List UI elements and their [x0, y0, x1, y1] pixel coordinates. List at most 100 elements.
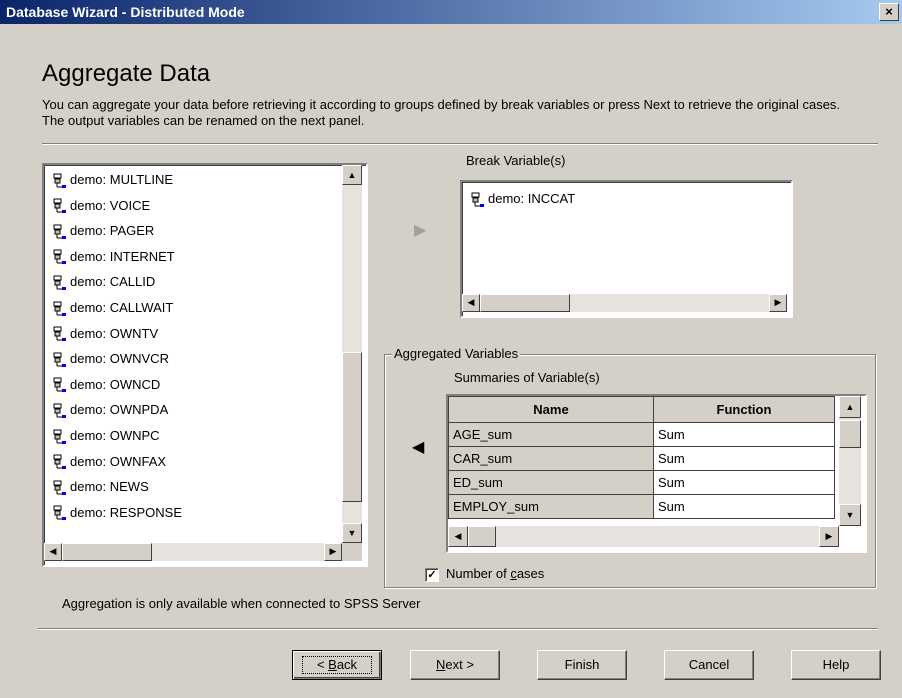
row-name-cell[interactable]: ED_sum	[448, 470, 654, 495]
list-item[interactable]: demo: RESPONSE	[52, 502, 182, 524]
number-of-cases-checkbox[interactable]: ✓	[425, 568, 439, 582]
next-label-suffix: ext >	[445, 657, 474, 672]
source-list-scroll-up-button[interactable]: ▲	[342, 165, 362, 185]
scrollbar-corner	[342, 543, 362, 561]
variable-icon	[52, 326, 68, 342]
break-list-hscroll-thumb[interactable]	[480, 294, 570, 312]
variable-icon	[52, 173, 68, 189]
variable-label: demo: OWNTV	[70, 325, 159, 341]
back-label-accel: B	[328, 657, 337, 672]
table-row[interactable]: EMPLOY_sum Sum	[448, 494, 835, 519]
summaries-label: Summaries of Variable(s)	[454, 370, 600, 385]
source-variable-list[interactable]: demo: MULTLINE demo: VOICE demo: PAGER demo…	[42, 163, 368, 567]
variable-icon	[52, 301, 68, 317]
grid-scroll-right-button[interactable]: ▶	[819, 526, 839, 547]
list-item[interactable]: demo: CALLID	[52, 271, 155, 293]
variable-label: demo: OWNVCR	[70, 351, 169, 367]
back-label-prefix: <	[316, 657, 329, 672]
list-item[interactable]: demo: NEWS	[52, 476, 149, 498]
list-item[interactable]: demo: OWNTV	[52, 323, 158, 345]
summaries-grid[interactable]: Name Function AGE_sum Sum CAR_sum Sum ED_sum…	[446, 394, 867, 553]
column-header-function[interactable]: Function	[653, 396, 835, 423]
variable-label: demo: CALLID	[70, 274, 156, 290]
source-list-scroll-left-button[interactable]: ◀	[44, 543, 62, 561]
grid-hscroll-track[interactable]	[448, 526, 839, 547]
variable-label: demo: VOICE	[70, 197, 151, 213]
variable-icon	[52, 505, 68, 521]
number-of-cases-label-suffix: ases	[516, 566, 545, 581]
source-list-scroll-down-button[interactable]: ▼	[342, 523, 362, 543]
next-button[interactable]: Next >	[410, 650, 500, 680]
variable-icon	[470, 192, 486, 208]
variable-icon	[52, 454, 68, 470]
back-button-focus: < Back	[301, 656, 373, 674]
list-item[interactable]: demo: MULTLINE	[52, 169, 173, 191]
variable-icon	[52, 377, 68, 393]
window-title: Database Wizard - Distributed Mode	[6, 4, 245, 20]
finish-button[interactable]: Finish	[537, 650, 627, 680]
list-item[interactable]: demo: INCCAT	[470, 188, 575, 210]
move-to-break-button[interactable]: ▶	[414, 220, 426, 240]
break-variables-list[interactable]: demo: INCCAT ◀ ▶	[460, 180, 793, 318]
cancel-button[interactable]: Cancel	[664, 650, 754, 680]
table-row[interactable]: CAR_sum Sum	[448, 446, 835, 471]
variable-label: demo: INTERNET	[70, 248, 175, 264]
row-function-cell[interactable]: Sum	[653, 446, 835, 471]
list-item[interactable]: demo: PAGER	[52, 220, 154, 242]
list-item[interactable]: demo: OWNVCR	[52, 348, 169, 370]
move-to-aggregated-button[interactable]: ◀	[412, 437, 424, 457]
row-name-cell[interactable]: CAR_sum	[448, 446, 654, 471]
variable-label: demo: MULTLINE	[70, 172, 174, 187]
break-variable-label: demo: INCCAT	[488, 191, 576, 206]
back-label-suffix: ack	[336, 657, 358, 672]
variable-icon	[52, 352, 68, 368]
table-row[interactable]: AGE_sum Sum	[448, 422, 835, 447]
source-list-hscroll-thumb[interactable]	[62, 543, 152, 561]
list-item[interactable]: demo: INTERNET	[52, 246, 175, 268]
variable-icon	[52, 275, 68, 291]
list-item[interactable]: demo: OWNPDA	[52, 399, 168, 421]
variable-icon	[52, 198, 68, 214]
variable-label: demo: OWNCD	[70, 376, 161, 392]
list-item[interactable]: demo: VOICE	[52, 195, 150, 217]
footer-divider	[38, 628, 878, 630]
title-bar[interactable]: Database Wizard - Distributed Mode ×	[0, 0, 902, 24]
row-function-cell[interactable]: Sum	[653, 494, 835, 519]
close-button[interactable]: ×	[879, 3, 899, 21]
variable-label: demo: OWNFAX	[70, 453, 167, 469]
variable-icon	[52, 403, 68, 419]
server-note: Aggregation is only available when conne…	[62, 596, 421, 611]
variable-icon	[52, 249, 68, 265]
number-of-cases-label-prefix: Number of	[446, 566, 511, 581]
row-function-cell[interactable]: Sum	[653, 422, 835, 447]
database-wizard-window: Database Wizard - Distributed Mode × Agg…	[0, 0, 902, 698]
header-divider	[42, 143, 878, 145]
list-item[interactable]: demo: OWNPC	[52, 425, 160, 447]
break-list-scroll-left-button[interactable]: ◀	[462, 294, 480, 312]
list-item[interactable]: demo: CALLWAIT	[52, 297, 173, 319]
aggregated-variables-label: Aggregated Variables	[392, 346, 521, 361]
grid-scroll-down-button[interactable]: ▼	[839, 504, 861, 526]
break-list-scroll-right-button[interactable]: ▶	[769, 294, 787, 312]
table-row[interactable]: ED_sum Sum	[448, 470, 835, 495]
variable-label: demo: RESPONSE	[70, 504, 182, 520]
help-button[interactable]: Help	[791, 650, 881, 680]
grid-vscroll-thumb[interactable]	[839, 420, 861, 448]
source-list-vscroll-thumb[interactable]	[342, 352, 362, 502]
source-list-scroll-right-button[interactable]: ▶	[324, 543, 342, 561]
grid-scroll-up-button[interactable]: ▲	[839, 396, 861, 418]
number-of-cases-label[interactable]: Number of cases	[446, 566, 544, 581]
grid-hscroll-thumb[interactable]	[468, 526, 496, 547]
variable-icon	[52, 429, 68, 445]
row-function-cell[interactable]: Sum	[653, 470, 835, 495]
grid-scroll-left-button[interactable]: ◀	[448, 526, 468, 547]
list-item[interactable]: demo: OWNCD	[52, 374, 160, 396]
list-item[interactable]: demo: OWNFAX	[52, 451, 166, 473]
next-label-accel: N	[436, 657, 446, 672]
column-header-name[interactable]: Name	[448, 396, 654, 423]
variable-icon	[52, 224, 68, 240]
row-name-cell[interactable]: EMPLOY_sum	[448, 494, 654, 519]
row-name-cell[interactable]: AGE_sum	[448, 422, 654, 447]
variable-label: demo: CALLWAIT	[70, 300, 174, 315]
back-button[interactable]: < Back	[292, 650, 382, 680]
